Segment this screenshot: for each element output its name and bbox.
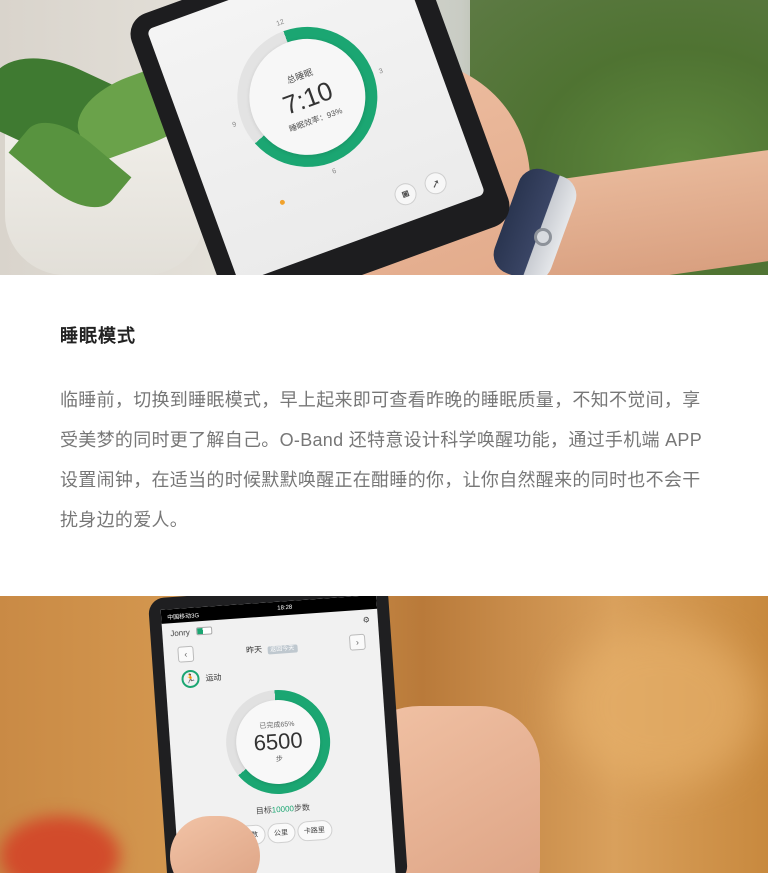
tab-distance[interactable]: 公里 [266,822,296,844]
dial-number: 6 [331,167,338,176]
background-blur [560,626,760,786]
marker-dot [279,199,286,206]
wristband-button [534,228,552,246]
dial-number: 12 [275,18,286,28]
goal-prefix: 目标 [255,805,273,816]
running-icon: 🏃 [180,669,201,689]
steps-dial: 已完成65% 6500 步 [222,686,334,798]
user-name-row: Jonry [169,626,213,638]
sleep-mode-section: 睡眠模式 临睡前，切换到睡眠模式，早上起来即可查看昨晚的睡眠质量，不知不觉间，享… [60,322,720,540]
day-label: 昨天 [245,644,263,655]
carrier-label: 中国移动3G [167,612,200,621]
share-icon[interactable]: ➚ [421,169,450,198]
battery-icon [195,626,213,636]
goal-value: 10000 [271,804,295,815]
next-day-button[interactable]: › [348,633,366,651]
background-blur [0,816,120,873]
sleep-dial: 总睡眠 7:10 睡眠效率：93% [217,7,398,187]
steps-unit: 步 [275,755,284,764]
sleep-dial-center: 总睡眠 7:10 睡眠效率：93% [233,22,382,172]
section-body: 临睡前，切换到睡眠模式，早上起来即可查看昨晚的睡眠质量，不知不觉间，享受美梦的同… [60,390,702,530]
steps-dial-center: 已完成65% 6500 步 [233,697,323,787]
activity-photo: 中国移动3G 18:28 Jonry ⚙ ‹ 昨天 返回今天 › 🏃 运动 已完… [0,596,768,873]
section-title: 睡眠模式 [60,326,136,346]
dial-number: 3 [378,67,385,76]
steps-count: 6500 [252,727,304,756]
prev-day-button[interactable]: ‹ [177,645,195,663]
dial-number: 9 [231,121,238,129]
tab-calories[interactable]: 卡路里 [296,819,333,842]
settings-icon[interactable]: ⚙ [362,615,370,624]
back-to-today-tag[interactable]: 返回今天 [267,643,298,655]
activity-label: 运动 [205,672,222,683]
user-name: Jonry [169,627,191,638]
status-time: 18:28 [277,604,293,612]
goal-suffix: 步数 [293,802,311,814]
sleep-mode-photo: 12 3 6 9 总睡眠 7:10 睡眠效率：93% ◙ ➚ [0,0,768,275]
day-label-row: 昨天 返回今天 [246,641,298,656]
camera-icon[interactable]: ◙ [391,180,420,209]
